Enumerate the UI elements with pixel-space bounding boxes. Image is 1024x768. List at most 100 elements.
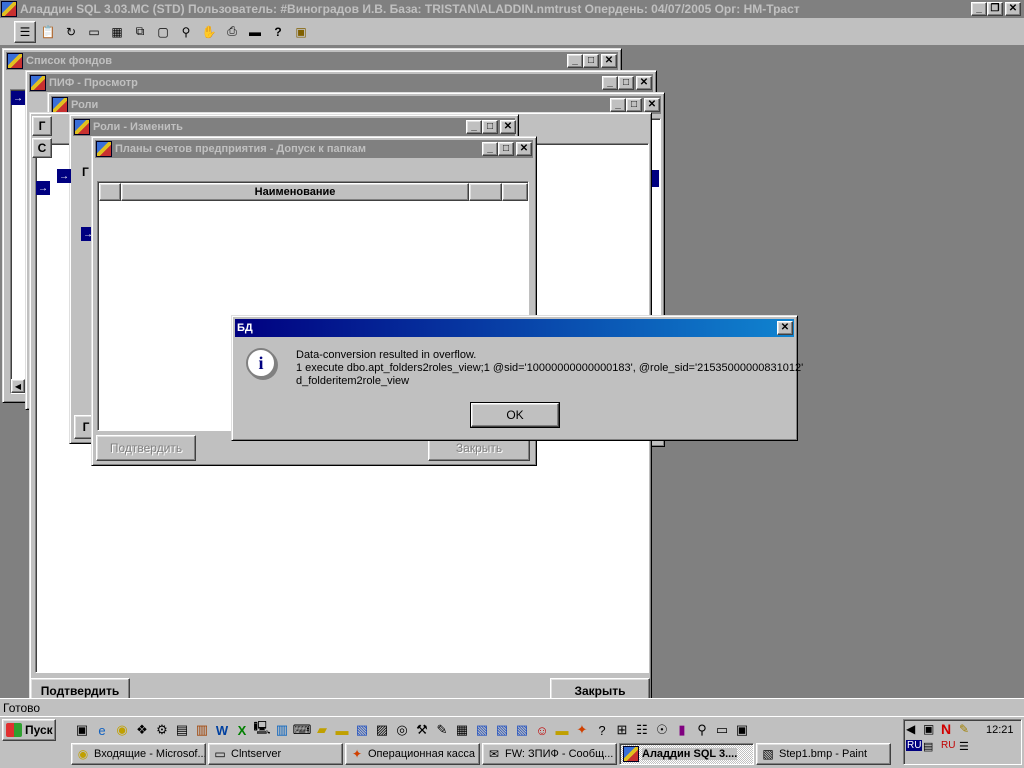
funds-close-button[interactable]: ✕ [601, 54, 617, 68]
folder-open-icon[interactable]: ▰ [312, 720, 332, 740]
task-button-4[interactable]: ✉ FW: ЗПИФ - Сообщ... [482, 743, 617, 765]
bars-icon[interactable]: ▮ [672, 720, 692, 740]
roles-edit-maximize-button[interactable]: □ [482, 120, 498, 134]
aladdin-ql-icon-3[interactable]: ▧ [492, 720, 512, 740]
antivirus-icon[interactable]: N [941, 721, 951, 737]
folder-icon[interactable]: ▬ [244, 21, 266, 43]
plans-confirm-button[interactable]: Подтвердить [96, 435, 196, 461]
help-ql-icon[interactable]: ? [592, 720, 612, 740]
cat-icon[interactable]: ☉ [652, 720, 672, 740]
print-icon[interactable]: ⎙ [221, 21, 243, 43]
roles-edit-close-button[interactable]: ✕ [500, 120, 516, 134]
pif-close-button[interactable]: ✕ [636, 76, 652, 90]
plans-maximize-button[interactable]: □ [498, 142, 514, 156]
stop-icon[interactable]: ✋ [198, 21, 220, 43]
computer-icon[interactable]: 🖳 [252, 720, 272, 740]
roles-edit-title-bar[interactable]: Роли - Изменить [73, 118, 515, 136]
excel-icon[interactable]: X [232, 720, 252, 740]
desktop-icon[interactable]: ▣ [72, 720, 92, 740]
task-button-5[interactable]: Аладдин SQL 3.... [619, 743, 754, 765]
roles-close-button[interactable]: ✕ [644, 98, 660, 112]
pif-maximize-button[interactable]: □ [618, 76, 634, 90]
tab-partial-1[interactable]: Г [32, 116, 52, 136]
task-button-6[interactable]: ▧ Step1.bmp - Paint [756, 743, 891, 765]
list-icon[interactable]: ☰ [14, 20, 36, 43]
aladdin-ql-icon[interactable]: ▧ [352, 720, 372, 740]
ok-button[interactable]: OK [470, 402, 560, 428]
task-button-2[interactable]: ▭ Clntserver [208, 743, 343, 765]
roles-edit-minimize-button[interactable]: _ [466, 120, 482, 134]
books-icon[interactable]: ▥ [272, 720, 292, 740]
outlook-icon[interactable]: ◉ [112, 720, 132, 740]
pif-minimize-button[interactable]: _ [602, 76, 618, 90]
roles-minimize-button[interactable]: _ [610, 98, 626, 112]
cascade-icon[interactable]: ⧉ [129, 21, 151, 43]
note-icon[interactable]: ▣ [732, 720, 752, 740]
help-icon[interactable]: ? [267, 21, 289, 43]
tab-partial-2[interactable]: С [32, 138, 52, 158]
dialog-title-bar[interactable]: БД [235, 319, 794, 337]
folder-ql-icon[interactable]: ▬ [552, 720, 572, 740]
network-icon[interactable]: ⚙ [152, 720, 172, 740]
fox-ql-icon[interactable]: ✦ [572, 720, 592, 740]
binoculars-icon[interactable]: ⚲ [175, 21, 197, 43]
aladdin-ql-icon-4[interactable]: ▧ [512, 720, 532, 740]
pin-icon[interactable]: ⚲ [692, 720, 712, 740]
plug-icon[interactable]: ✎ [432, 720, 452, 740]
app-minimize-button[interactable]: _ [971, 2, 987, 16]
ie-icon[interactable]: e [92, 720, 112, 740]
list-ql-icon[interactable]: ☷ [632, 720, 652, 740]
tray-extra-icon-2[interactable]: ☰ [959, 740, 969, 753]
window-icon[interactable]: ▭ [83, 21, 105, 43]
keyboard-icon[interactable]: ⌨ [292, 720, 312, 740]
start-button[interactable]: Пуск [2, 719, 56, 741]
roles-maximize-button[interactable]: □ [626, 98, 642, 112]
app-icon[interactable] [1, 1, 17, 17]
aladdin-ql-icon-2[interactable]: ▧ [472, 720, 492, 740]
exit-icon[interactable]: ▣ [290, 21, 312, 43]
plans-col-indicator[interactable] [99, 183, 121, 201]
pif-title-bar[interactable]: ПИФ - Просмотр [29, 74, 653, 92]
folder-icon[interactable]: ▬ [332, 720, 352, 740]
task-button-3[interactable]: ✦ Операционная касса [345, 743, 480, 765]
error-dialog[interactable]: БД ✕ i Data-conversion resulted in overf… [231, 315, 803, 441]
smile-icon[interactable]: ☺ [532, 720, 552, 740]
app-restore-button[interactable]: ❐ [987, 2, 1003, 16]
tray-extra-icon[interactable]: ▤ [923, 740, 933, 753]
disk-icon[interactable]: ◎ [392, 720, 412, 740]
mdb-icon[interactable]: ▥ [192, 720, 212, 740]
funds-maximize-button[interactable]: □ [583, 54, 599, 68]
screen-icon[interactable]: ▭ [712, 720, 732, 740]
plans-col-name[interactable]: Наименование [121, 183, 469, 201]
funds-title-bar[interactable]: Список фондов [6, 52, 618, 70]
pen-icon[interactable]: ✎ [959, 722, 969, 736]
clock[interactable]: 12:21 [986, 724, 1014, 736]
language-indicator-2[interactable]: RU [941, 740, 955, 751]
refresh-icon[interactable]: ↻ [60, 21, 82, 43]
word-icon[interactable]: W [212, 720, 232, 740]
clipboard-ql-icon[interactable]: ▨ [372, 720, 392, 740]
plans-col-extra-1[interactable] [469, 183, 502, 201]
app-title-bar[interactable]: Аладдин SQL 3.03.MC (STD) Пользователь: … [0, 0, 1024, 18]
task-button-1[interactable]: ◉ Входящие - Microsof... [71, 743, 206, 765]
app-close-button[interactable]: ✕ [1005, 2, 1021, 16]
tile-icon[interactable]: ▦ [106, 21, 128, 43]
tools-icon[interactable]: ⚒ [412, 720, 432, 740]
tray-ql-icon[interactable]: ⊞ [612, 720, 632, 740]
plans-col-extra-2[interactable] [502, 183, 528, 201]
calc-icon[interactable]: ▤ [172, 720, 192, 740]
network-tray-icon[interactable]: ▣ [923, 722, 934, 736]
speaker-icon[interactable]: ◀ [906, 722, 915, 736]
dialog-close-button[interactable]: ✕ [777, 321, 793, 335]
funds-scroll-left-button[interactable]: ◀ [11, 379, 25, 393]
funds-minimize-button[interactable]: _ [567, 54, 583, 68]
apps-icon[interactable]: ❖ [132, 720, 152, 740]
plans-close-button[interactable]: ✕ [516, 142, 532, 156]
plans-title-bar[interactable]: Планы счетов предприятия - Допуск к папк… [95, 140, 533, 158]
language-indicator[interactable]: RU [906, 740, 923, 751]
tab-partial-3[interactable]: Г [82, 165, 89, 179]
clipboard-icon[interactable]: 📋 [37, 21, 59, 43]
chart-icon[interactable]: ▦ [452, 720, 472, 740]
minimize-all-icon[interactable]: ▢ [152, 21, 174, 43]
plans-minimize-button[interactable]: _ [482, 142, 498, 156]
